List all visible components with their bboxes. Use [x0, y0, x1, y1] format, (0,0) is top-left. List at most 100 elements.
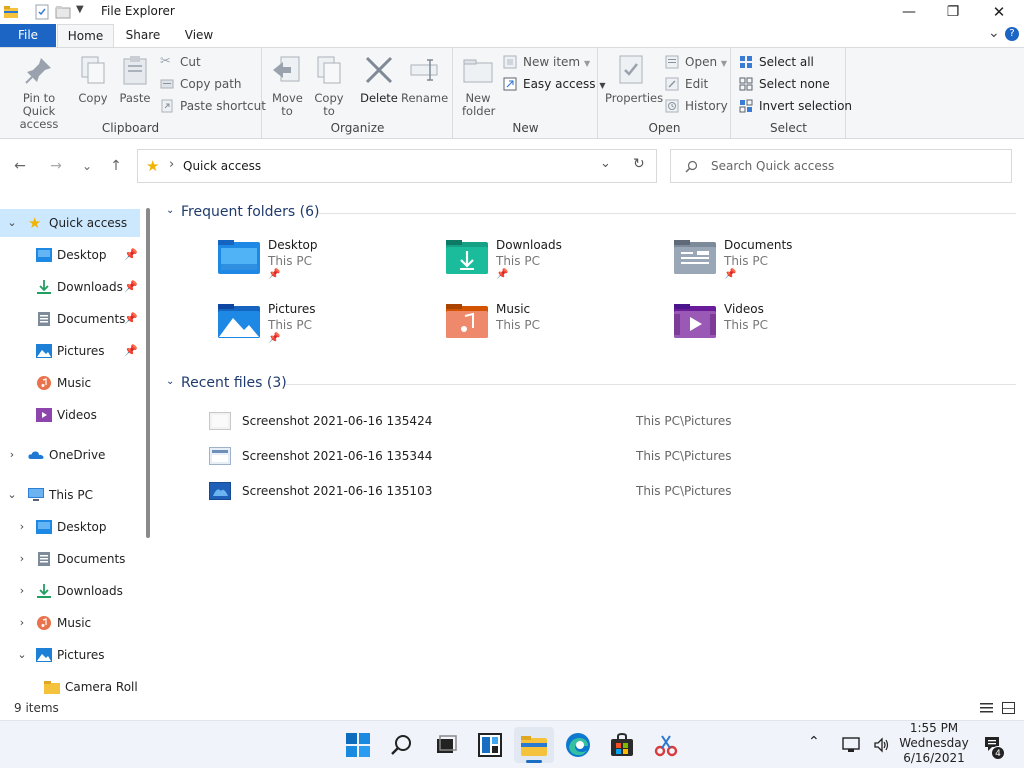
up-button[interactable]: ↑ — [106, 156, 126, 176]
open-button[interactable]: Open ▼ — [665, 53, 727, 71]
search-taskbar-button[interactable] — [382, 727, 422, 763]
recent-files-header[interactable]: Recent files (3) — [181, 375, 287, 391]
breadcrumb-separator[interactable]: › — [169, 157, 174, 172]
start-button[interactable] — [338, 727, 378, 763]
frequent-folders-header[interactable]: Frequent folders (6) — [181, 204, 320, 220]
pin-icon[interactable]: 📌 — [124, 305, 138, 333]
folder-tile-downloads[interactable]: Downloads This PC 📌 — [445, 238, 645, 294]
sidebar-item-music[interactable]: Music — [0, 369, 140, 397]
sidebar-item-onedrive[interactable]: › OneDrive — [0, 441, 140, 469]
sidebar-item-pc-documents[interactable]: › Documents — [0, 545, 140, 573]
task-view-button[interactable] — [426, 727, 466, 763]
tab-share[interactable]: Share — [115, 24, 171, 48]
help-icon[interactable]: ? — [1005, 27, 1019, 41]
sidebar-item-camera-roll[interactable]: Camera Roll — [0, 673, 140, 697]
minimize-button[interactable]: — — [886, 0, 932, 24]
expand-chevron-icon[interactable]: ⌄ — [16, 641, 28, 669]
invert-selection-icon — [739, 99, 753, 113]
folder-tile-music[interactable]: Music This PC — [445, 302, 645, 358]
folder-tile-desktop[interactable]: Desktop This PC 📌 — [217, 238, 417, 294]
details-view-icon[interactable] — [980, 702, 993, 714]
delete-button[interactable]: Delete — [359, 54, 399, 105]
large-icons-view-icon[interactable] — [1002, 702, 1015, 714]
folder-tile-pictures[interactable]: Pictures This PC 📌 — [217, 302, 417, 358]
store-button[interactable] — [602, 727, 642, 763]
cut-button[interactable]: ✂ Cut — [160, 53, 201, 71]
recent-collapse-chevron[interactable]: ⌄ — [166, 376, 174, 387]
breadcrumb-quick-access[interactable]: Quick access — [183, 159, 261, 173]
folder-tile-videos[interactable]: Videos This PC — [673, 302, 873, 358]
sidebar-item-pictures[interactable]: Pictures 📌 — [0, 337, 140, 365]
file-row[interactable]: Screenshot 2021-06-16 135424 This PC\Pic… — [205, 406, 1005, 436]
address-dropdown-icon[interactable]: ⌄ — [600, 156, 611, 171]
tab-file[interactable]: File — [0, 24, 56, 48]
rename-button[interactable]: Rename — [401, 54, 449, 105]
customize-quick-access-icon[interactable]: ▼ — [76, 4, 84, 15]
file-row[interactable]: Screenshot 2021-06-16 135103 This PC\Pic… — [205, 476, 1005, 506]
collapse-chevron-icon[interactable]: › — [16, 513, 28, 541]
properties-button[interactable]: Properties — [605, 54, 663, 105]
clock[interactable]: 1:55 PM Wednesday 6/16/2021 — [898, 721, 970, 766]
paste-shortcut-button[interactable]: Paste shortcut — [160, 97, 266, 115]
expand-chevron-icon[interactable]: ⌄ — [6, 481, 18, 509]
edge-button[interactable] — [558, 727, 598, 763]
new-group-label: New — [512, 121, 539, 135]
collapse-chevron-icon[interactable]: › — [16, 545, 28, 573]
collapse-ribbon-icon[interactable]: ⌄ — [988, 25, 1000, 41]
select-all-button[interactable]: Select all — [739, 53, 814, 71]
collapse-chevron-icon[interactable]: › — [16, 609, 28, 637]
maximize-button[interactable]: ❐ — [930, 0, 976, 24]
close-button[interactable]: ✕ — [976, 0, 1022, 24]
collapse-chevron-icon[interactable]: › — [6, 441, 18, 469]
snipping-tool-button[interactable] — [646, 727, 686, 763]
widgets-button[interactable] — [470, 727, 510, 763]
edit-button[interactable]: Edit — [665, 75, 708, 93]
address-bar[interactable]: ★ › Quick access ⌄ ↻ — [137, 149, 657, 183]
pin-icon[interactable]: 📌 — [124, 241, 138, 269]
copy-button[interactable]: Copy — [76, 54, 110, 105]
tab-view[interactable]: View — [171, 24, 227, 48]
paste-button[interactable]: Paste — [116, 54, 154, 105]
pin-icon[interactable]: 📌 — [124, 273, 138, 301]
new-folder-quick-icon[interactable] — [55, 4, 71, 20]
network-icon[interactable] — [842, 737, 860, 753]
volume-icon[interactable] — [873, 736, 891, 754]
copy-path-button[interactable]: Copy path — [160, 75, 242, 93]
new-folder-button[interactable]: New folder — [460, 54, 496, 118]
new-item-button[interactable]: New item ▼ — [503, 53, 590, 71]
properties-quick-icon[interactable] — [34, 4, 50, 20]
pin-icon[interactable]: 📌 — [124, 337, 138, 365]
recent-locations-button[interactable]: ⌄ — [77, 156, 97, 176]
sidebar-item-pc-music[interactable]: › Music — [0, 609, 140, 637]
move-to-button[interactable]: Move to — [269, 54, 305, 118]
file-explorer-taskbar-button[interactable] — [514, 727, 554, 763]
folder-tile-documents[interactable]: Documents This PC 📌 — [673, 238, 873, 294]
easy-access-button[interactable]: Easy access ▼ — [503, 75, 606, 93]
file-row[interactable]: Screenshot 2021-06-16 135344 This PC\Pic… — [205, 441, 1005, 471]
sidebar-item-pc-desktop[interactable]: › Desktop — [0, 513, 140, 541]
sidebar-item-pc-pictures[interactable]: ⌄ Pictures — [0, 641, 140, 669]
forward-button[interactable]: → — [46, 156, 66, 176]
refresh-icon[interactable]: ↻ — [633, 156, 645, 172]
search-box[interactable]: Search Quick access — [670, 149, 1012, 183]
expand-chevron-icon[interactable]: ⌄ — [6, 209, 18, 237]
rename-label: Rename — [401, 91, 449, 105]
navigation-pane-scrollbar[interactable] — [146, 208, 150, 538]
sidebar-item-desktop[interactable]: Desktop 📌 — [0, 241, 140, 269]
show-hidden-icons-chevron[interactable]: ⌃ — [808, 734, 820, 750]
copy-to-button[interactable]: Copy to — [311, 54, 347, 118]
sidebar-item-pc-downloads[interactable]: › Downloads — [0, 577, 140, 605]
back-button[interactable]: ← — [10, 156, 30, 176]
collapse-chevron-icon[interactable]: › — [16, 577, 28, 605]
pin-to-quick-access-button[interactable]: Pin to Quick access — [4, 54, 74, 131]
sidebar-item-quick-access[interactable]: ⌄ ★ Quick access — [0, 209, 140, 237]
tab-home[interactable]: Home — [57, 24, 114, 48]
sidebar-item-downloads[interactable]: Downloads 📌 — [0, 273, 140, 301]
sidebar-item-videos[interactable]: Videos — [0, 401, 140, 429]
select-none-button[interactable]: Select none — [739, 75, 830, 93]
sidebar-item-documents[interactable]: Documents 📌 — [0, 305, 140, 333]
history-button[interactable]: History — [665, 97, 728, 115]
invert-selection-button[interactable]: Invert selection — [739, 97, 852, 115]
sidebar-item-this-pc[interactable]: ⌄ This PC — [0, 481, 140, 509]
frequent-collapse-chevron[interactable]: ⌄ — [166, 205, 174, 216]
